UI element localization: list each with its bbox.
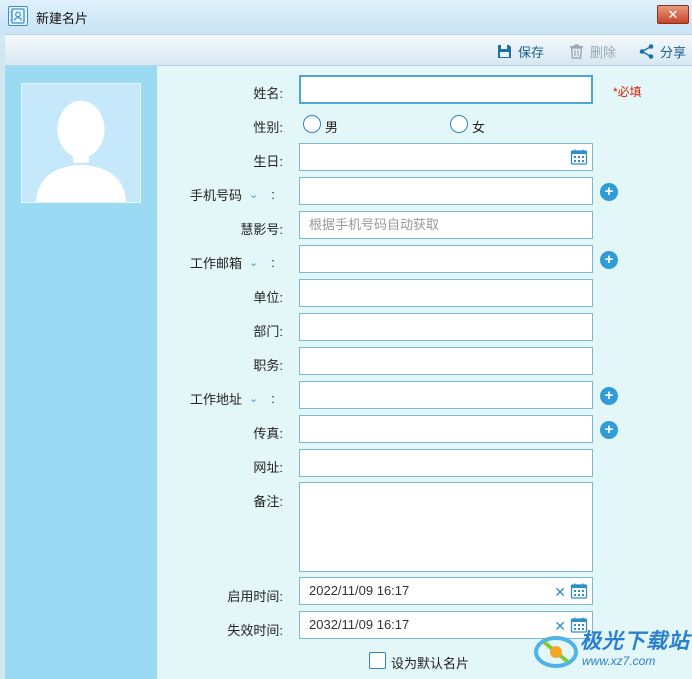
expire-time-value: 2032/11/09 16:17 — [309, 617, 410, 632]
required-note: *必填 — [613, 85, 642, 99]
expire-time-label: 失效时间: — [227, 623, 283, 638]
work-address-type-selector[interactable]: 工作地址 ⌄ : — [190, 389, 275, 408]
position-input[interactable] — [299, 347, 593, 375]
start-time-value: 2022/11/09 16:17 — [309, 583, 410, 598]
clear-x-icon[interactable]: ✕ — [554, 579, 566, 605]
company-label: 单位: — [253, 290, 283, 305]
name-label: 姓名: — [253, 86, 283, 101]
default-card-checkbox[interactable] — [369, 652, 386, 669]
mobile-colon: : — [271, 187, 275, 202]
chevron-down-icon: ⌄ — [249, 257, 259, 269]
chevron-down-icon: ⌄ — [249, 393, 259, 405]
name-input[interactable] — [299, 75, 593, 104]
start-time-label: 启用时间: — [227, 589, 283, 604]
mobile-type-selector[interactable]: 手机号码 ⌄ : — [190, 185, 275, 204]
calendar-icon[interactable] — [570, 148, 588, 166]
work-email-colon: : — [271, 255, 275, 270]
work-address-input[interactable] — [299, 381, 593, 409]
work-email-label: 工作邮箱 — [190, 256, 243, 271]
title-bar: 新建名片 ✕ — [0, 0, 692, 34]
watermark-title: 极光下载站 — [580, 630, 690, 653]
gender-label: 性别: — [253, 120, 283, 135]
notes-textarea[interactable] — [299, 482, 593, 572]
chevron-down-icon: ⌄ — [249, 189, 259, 201]
share-label: 分享 — [660, 44, 687, 60]
add-fax-plus-icon[interactable]: + — [600, 421, 618, 439]
share-icon — [639, 43, 654, 59]
toolbar: 保存 删除 分享 — [5, 34, 692, 66]
mobile-input[interactable] — [299, 177, 593, 205]
position-label: 职务: — [253, 358, 283, 373]
gender-male-radio[interactable] — [303, 115, 321, 133]
add-mobile-plus-icon[interactable]: + — [600, 183, 618, 201]
mobile-label: 手机号码 — [190, 188, 243, 203]
save-label: 保存 — [518, 44, 545, 60]
delete-button[interactable]: 删除 — [568, 41, 616, 61]
close-button[interactable]: ✕ — [657, 5, 689, 24]
department-label: 部门: — [253, 324, 283, 339]
window-title: 新建名片 — [36, 11, 89, 26]
department-input[interactable] — [299, 313, 593, 341]
website-input[interactable] — [299, 449, 593, 477]
gender-female-label: 女 — [472, 120, 486, 135]
watermark-url: www.xz7.com — [582, 654, 656, 668]
delete-label: 删除 — [590, 44, 617, 60]
calendar-icon[interactable] — [570, 582, 588, 600]
huiying-label: 慧影号: — [240, 222, 283, 237]
floppy-disk-icon — [498, 44, 511, 58]
save-button[interactable]: 保存 — [496, 41, 544, 61]
start-time-input[interactable]: 2022/11/09 16:17 ✕ — [299, 577, 593, 605]
fax-label: 传真: — [253, 426, 283, 441]
huiying-placeholder: 根据手机号码自动获取 — [309, 217, 440, 232]
gender-male-label: 男 — [325, 120, 339, 135]
fax-input[interactable] — [299, 415, 593, 443]
trash-icon — [570, 44, 583, 59]
gender-female-radio[interactable] — [450, 115, 468, 133]
add-email-plus-icon[interactable]: + — [600, 251, 618, 269]
person-silhouette-icon — [22, 84, 140, 202]
work-address-label: 工作地址 — [190, 392, 243, 407]
notes-label: 备注: — [253, 494, 283, 509]
huiying-input[interactable]: 根据手机号码自动获取 — [299, 211, 593, 239]
left-panel — [5, 66, 157, 679]
company-input[interactable] — [299, 279, 593, 307]
work-email-type-selector[interactable]: 工作邮箱 ⌄ : — [190, 253, 275, 272]
work-email-input[interactable] — [299, 245, 593, 273]
add-address-plus-icon[interactable]: + — [600, 387, 618, 405]
work-address-colon: : — [271, 391, 275, 406]
default-card-label: 设为默认名片 — [391, 656, 470, 671]
share-button[interactable]: 分享 — [638, 41, 686, 61]
birthday-input[interactable] — [299, 143, 593, 171]
avatar-placeholder[interactable] — [21, 83, 141, 203]
birthday-label: 生日: — [253, 154, 283, 169]
contact-card-icon — [8, 6, 28, 26]
website-label: 网址: — [253, 460, 283, 475]
contact-form: 姓名: *必填 性别: 男 女 生日: 手机号码 ⌄ : + 慧影号: 根据手机… — [157, 66, 692, 679]
